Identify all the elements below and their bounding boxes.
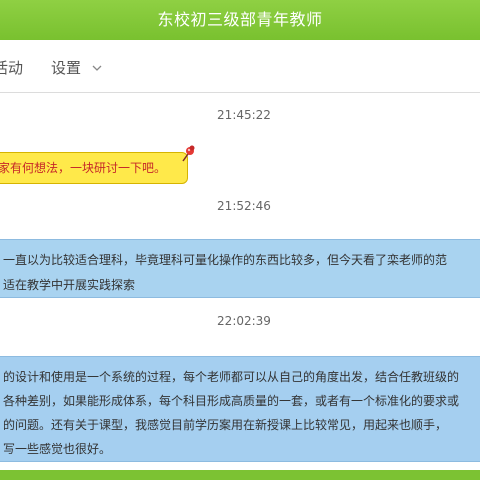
tab-settings-label: 设置 bbox=[51, 59, 82, 77]
footer-bar bbox=[0, 470, 480, 480]
message-line: 家有何想法，一块研讨一下吧。 bbox=[0, 161, 167, 175]
tab-activity-label: 活动 bbox=[0, 59, 24, 77]
message-timestamp: 21:45:22 bbox=[217, 108, 271, 122]
message-timestamp: 21:52:46 bbox=[217, 199, 271, 213]
pushpin-icon bbox=[180, 145, 196, 163]
title-bar: 东校初三级部青年教师 bbox=[0, 0, 480, 40]
chevron-down-icon bbox=[92, 39, 102, 95]
tab-bar: 活动 设置 bbox=[0, 40, 480, 93]
group-title: 东校初三级部青年教师 bbox=[157, 10, 323, 29]
message-timestamp: 22:02:39 bbox=[217, 314, 271, 328]
tab-activity[interactable]: 活动 bbox=[0, 40, 23, 92]
chat-window: 东校初三级部青年教师 活动 设置 21:45:22 家有何想法，一块研讨一下吧。… bbox=[0, 0, 480, 480]
message-line: 写一些感觉也很好。 bbox=[3, 442, 112, 456]
message-bubble[interactable]: 家有何想法，一块研讨一下吧。 bbox=[0, 152, 188, 184]
message-line: 各种差别，如果能形成体系，每个科目形成高质量的一套，或者有一个标准化的要求或 bbox=[3, 394, 460, 408]
message-line: 适在教学中开展实践探索 bbox=[3, 278, 136, 292]
message-line: 的问题。还有关于课型，我感觉目前学历案用在新授课上比较常见，用起来也顺手， bbox=[3, 418, 448, 432]
message-line: 的设计和使用是一个系统的过程，每个老师都可以从自己的角度出发，结合任教班级的 bbox=[3, 370, 460, 384]
message-line: 一直以为比较适合理科，毕竟理科可量化操作的东西比较多，但今天看了栾老师的范 bbox=[3, 253, 448, 267]
message-bubble[interactable]: 一直以为比较适合理科，毕竟理科可量化操作的东西比较多，但今天看了栾老师的范 适在… bbox=[0, 239, 480, 298]
message-bubble[interactable]: 的设计和使用是一个系统的过程，每个老师都可以从自己的角度出发，结合任教班级的 各… bbox=[0, 356, 480, 462]
tab-settings[interactable]: 设置 bbox=[51, 40, 102, 92]
